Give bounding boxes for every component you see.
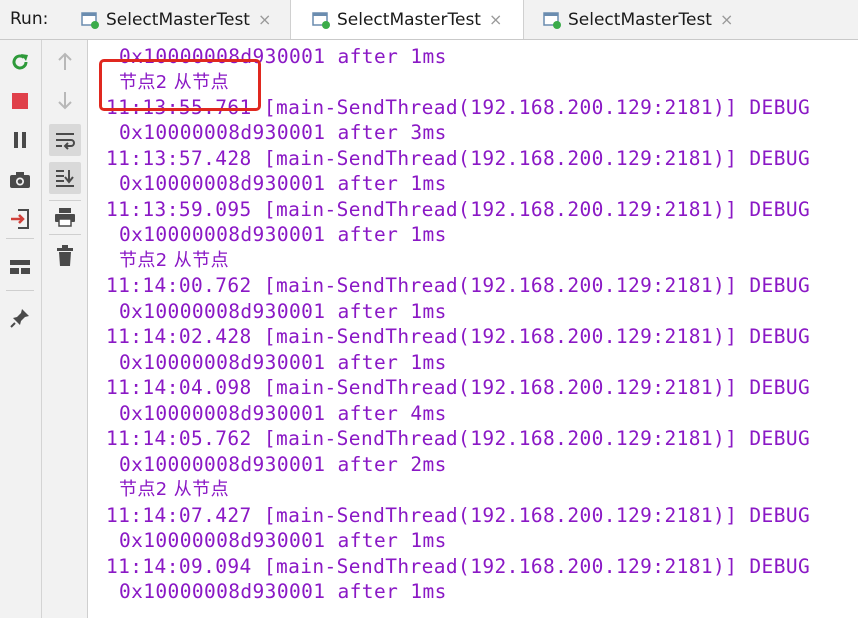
run-config-icon	[80, 10, 100, 30]
close-icon[interactable]: ×	[258, 10, 271, 29]
console-line: 0x10000008d930001 after 4ms	[119, 402, 447, 425]
stop-icon[interactable]	[6, 87, 34, 115]
tab-label: SelectMasterTest	[337, 9, 481, 30]
camera-icon[interactable]	[6, 166, 34, 194]
console-line: 11:14:02.428 [main-SendThread(192.168.20…	[106, 325, 811, 348]
run-actions-toolbar	[0, 40, 42, 618]
console-toolbar	[42, 40, 88, 618]
console-line: 0x10000008d930001 after 1ms	[119, 300, 447, 323]
close-icon[interactable]: ×	[720, 10, 733, 29]
down-arrow-icon[interactable]	[51, 86, 79, 114]
run-window: Run: SelectMasterTest × SelectMasterTest…	[0, 0, 858, 618]
up-arrow-icon[interactable]	[51, 48, 79, 76]
toolbar-divider	[6, 238, 34, 239]
highlight-annotation-box	[99, 59, 261, 111]
run-label: Run:	[10, 9, 49, 29]
run-config-icon	[542, 10, 562, 30]
console-line: 11:14:07.427 [main-SendThread(192.168.20…	[106, 504, 811, 527]
toolbar-divider	[49, 200, 81, 201]
tab-label: SelectMasterTest	[568, 9, 712, 30]
pin-icon[interactable]	[6, 304, 34, 332]
console-line: 0x10000008d930001 after 1ms	[119, 223, 447, 246]
console-line: 11:13:57.428 [main-SendThread(192.168.20…	[106, 147, 811, 170]
console-line: 0x10000008d930001 after 1ms	[119, 529, 447, 552]
console-line: 0x10000008d930001 after 2ms	[119, 453, 447, 476]
tab-selectmastertest-3[interactable]: SelectMasterTest ×	[524, 0, 754, 39]
run-tab-bar: Run: SelectMasterTest × SelectMasterTest…	[0, 0, 858, 40]
console-line: 11:14:09.094 [main-SendThread(192.168.20…	[106, 555, 811, 578]
trash-icon[interactable]	[51, 242, 79, 270]
console-line: 0x10000008d930001 after 1ms	[119, 351, 447, 374]
console-output[interactable]: 0x10000008d930001 after 1ms 节点2 从节点 11:1…	[88, 40, 858, 618]
rerun-icon[interactable]	[6, 48, 34, 76]
layout-icon[interactable]	[6, 253, 34, 281]
console-line: 11:13:59.095 [main-SendThread(192.168.20…	[106, 198, 811, 221]
print-icon[interactable]	[51, 203, 79, 231]
console-line: 0x10000008d930001 after 1ms	[119, 580, 447, 603]
close-icon[interactable]: ×	[489, 10, 502, 29]
console-line: 节点2 从节点	[119, 250, 229, 271]
run-config-icon	[311, 10, 331, 30]
console-line: 节点2 从节点	[119, 479, 229, 500]
console-line: 11:14:04.098 [main-SendThread(192.168.20…	[106, 376, 811, 399]
toolbar-divider	[49, 234, 81, 235]
tab-label: SelectMasterTest	[106, 9, 250, 30]
console-line: 0x10000008d930001 after 3ms	[119, 121, 447, 144]
scroll-to-end-icon[interactable]	[49, 162, 81, 194]
toolbar-divider	[6, 290, 34, 291]
soft-wrap-icon[interactable]	[49, 124, 81, 156]
console-line: 0x10000008d930001 after 1ms	[119, 172, 447, 195]
login-icon[interactable]	[6, 205, 34, 233]
tab-selectmastertest-1[interactable]: SelectMasterTest ×	[76, 0, 290, 39]
console-line: 11:14:00.762 [main-SendThread(192.168.20…	[106, 274, 811, 297]
tab-selectmastertest-2[interactable]: SelectMasterTest ×	[290, 0, 524, 39]
pause-icon[interactable]	[6, 126, 34, 154]
console-line: 11:14:05.762 [main-SendThread(192.168.20…	[106, 427, 811, 450]
